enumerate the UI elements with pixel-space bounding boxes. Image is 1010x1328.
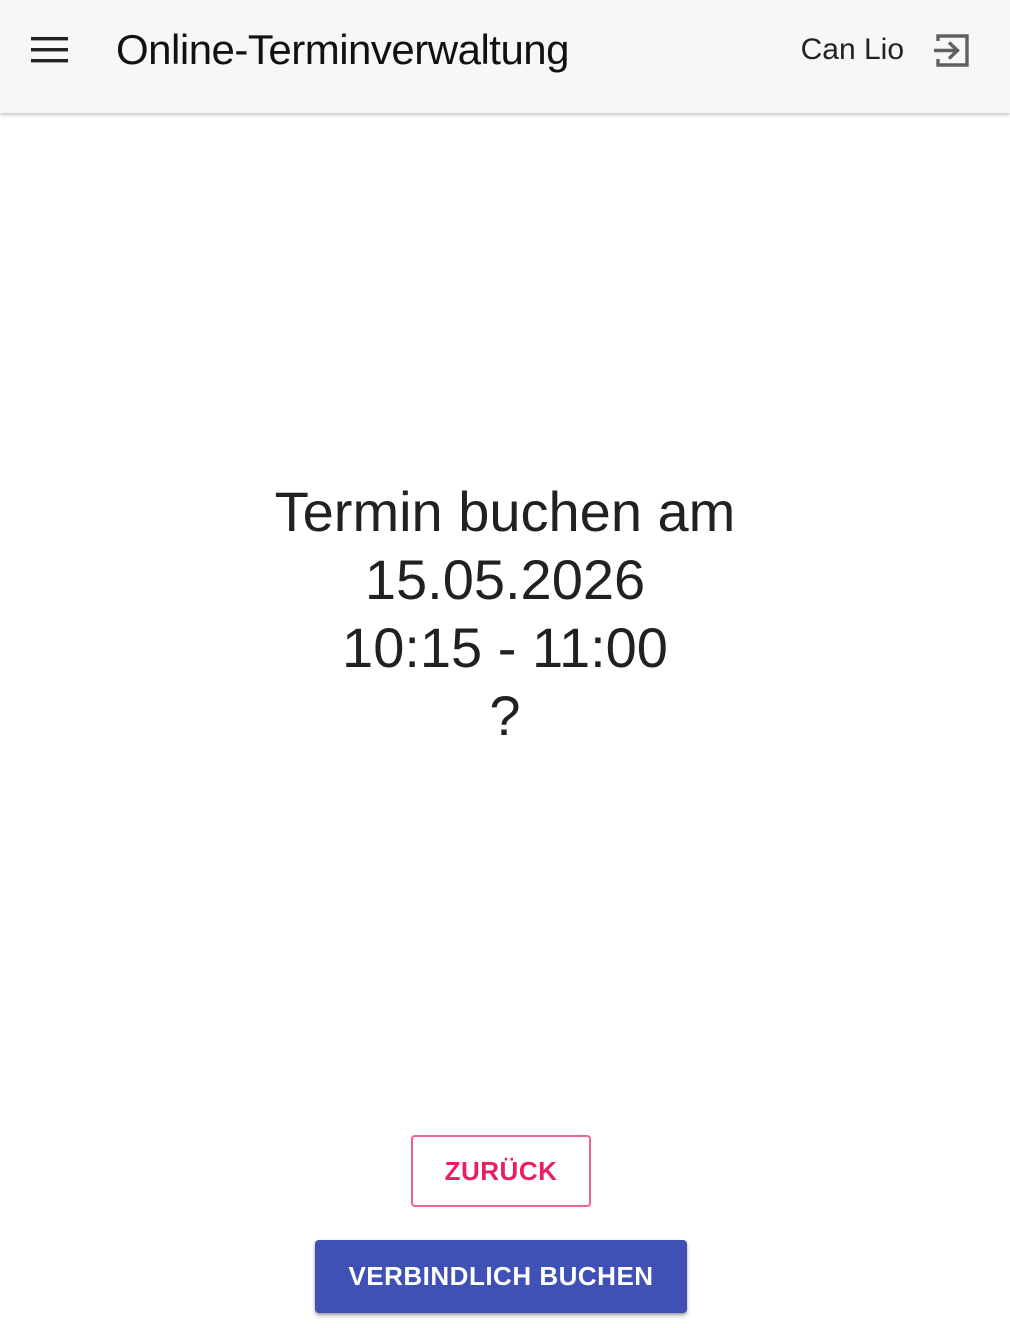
user-name: Can Lio bbox=[800, 33, 904, 66]
app-title: Online-Terminverwaltung bbox=[116, 26, 570, 73]
back-button[interactable]: ZURÜCK bbox=[411, 1135, 591, 1207]
logout-button[interactable] bbox=[928, 26, 976, 74]
logout-icon bbox=[934, 34, 969, 67]
book-binding-button[interactable]: VERBINDLICH BUCHEN bbox=[315, 1240, 687, 1313]
appointment-date: 15.05.2026 bbox=[364, 548, 646, 611]
question-text: Termin buchen am bbox=[274, 480, 736, 543]
question-mark: ? bbox=[489, 684, 521, 747]
booking-question: Termin buchen am 15.05.2026 10:15 - 11:0… bbox=[0, 478, 1010, 750]
hamburger-menu-icon bbox=[31, 37, 68, 63]
menu-button[interactable] bbox=[20, 20, 80, 80]
appointment-time-range: 10:15 - 11:00 bbox=[342, 616, 668, 679]
app-bar: Online-Terminverwaltung Can Lio bbox=[0, 0, 1010, 113]
